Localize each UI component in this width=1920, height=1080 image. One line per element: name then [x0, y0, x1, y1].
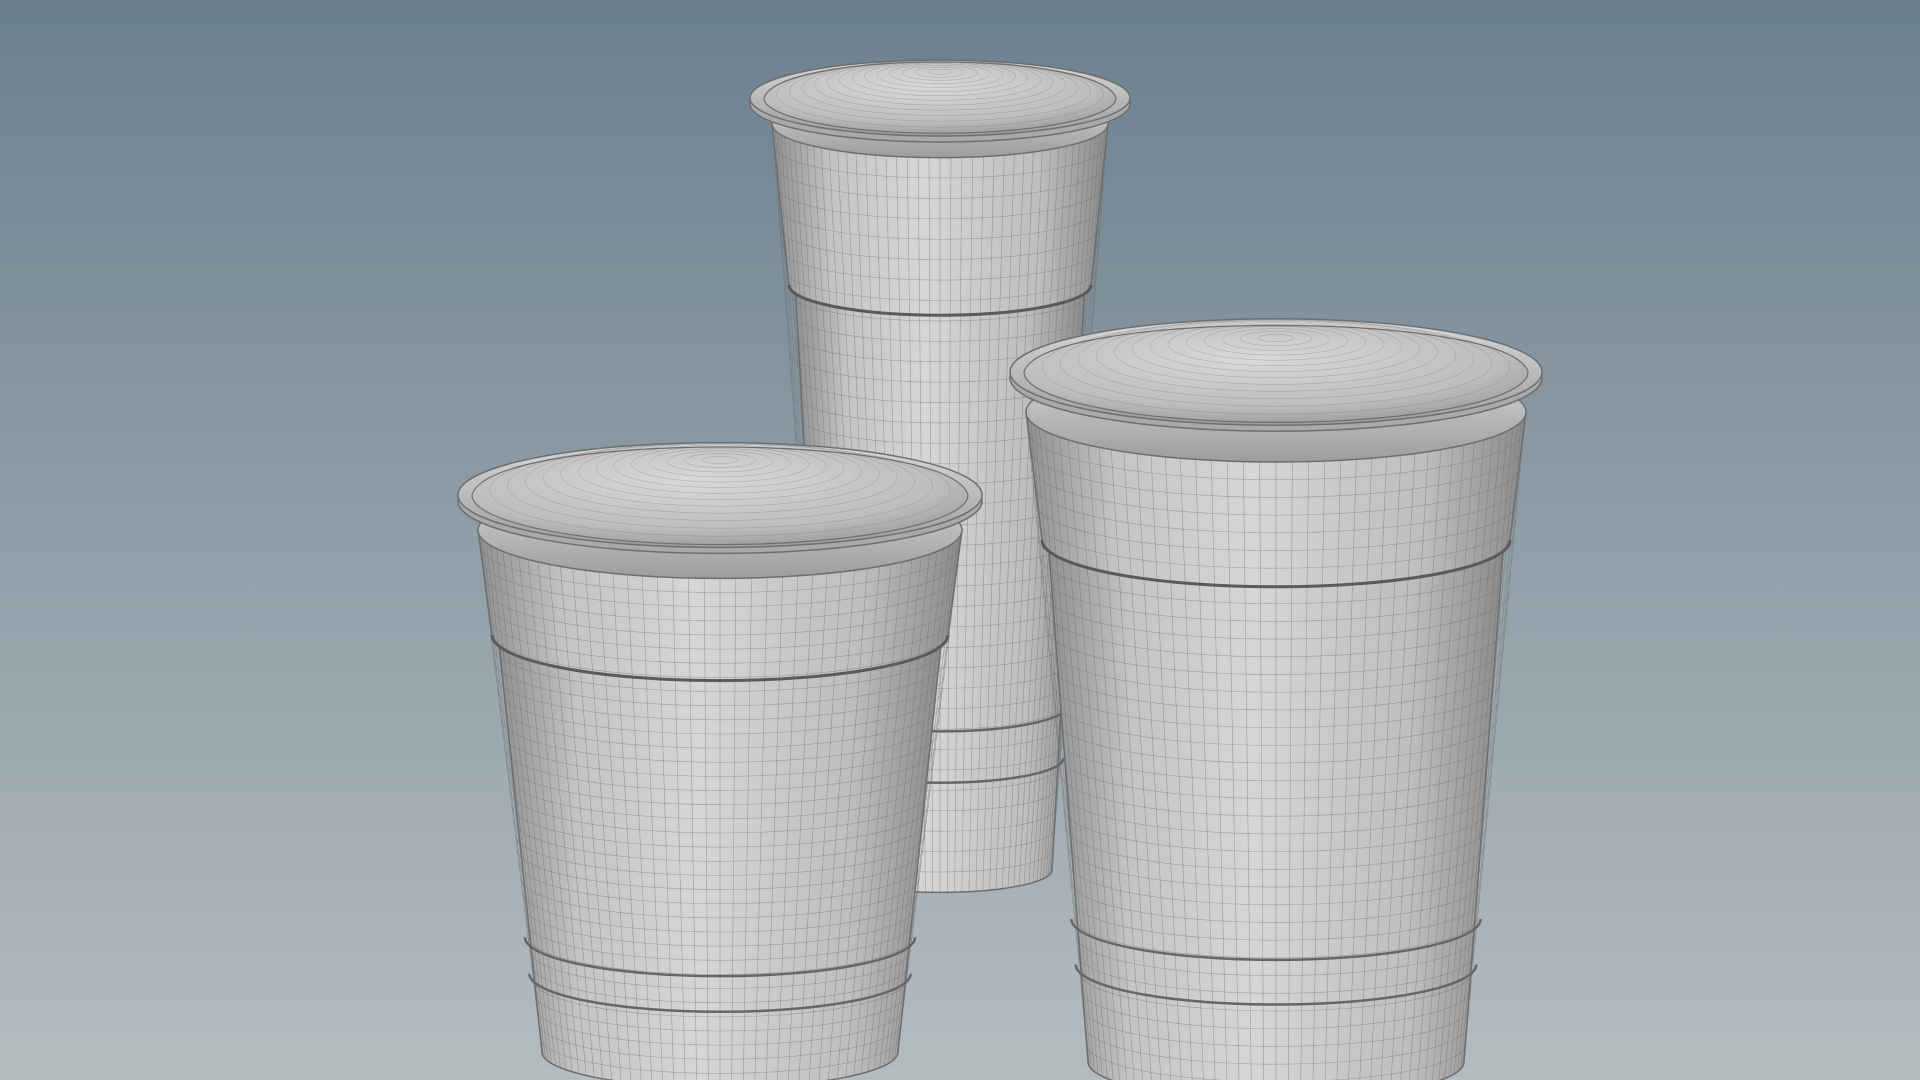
3d-viewport[interactable]: [0, 0, 1920, 1080]
lid-dome: [471, 446, 969, 546]
cup-front-right[interactable]: [1009, 318, 1543, 1080]
scene-canvas: [0, 0, 1920, 1080]
cup-front-left[interactable]: [457, 441, 983, 1080]
lid-dome: [1023, 324, 1529, 423]
